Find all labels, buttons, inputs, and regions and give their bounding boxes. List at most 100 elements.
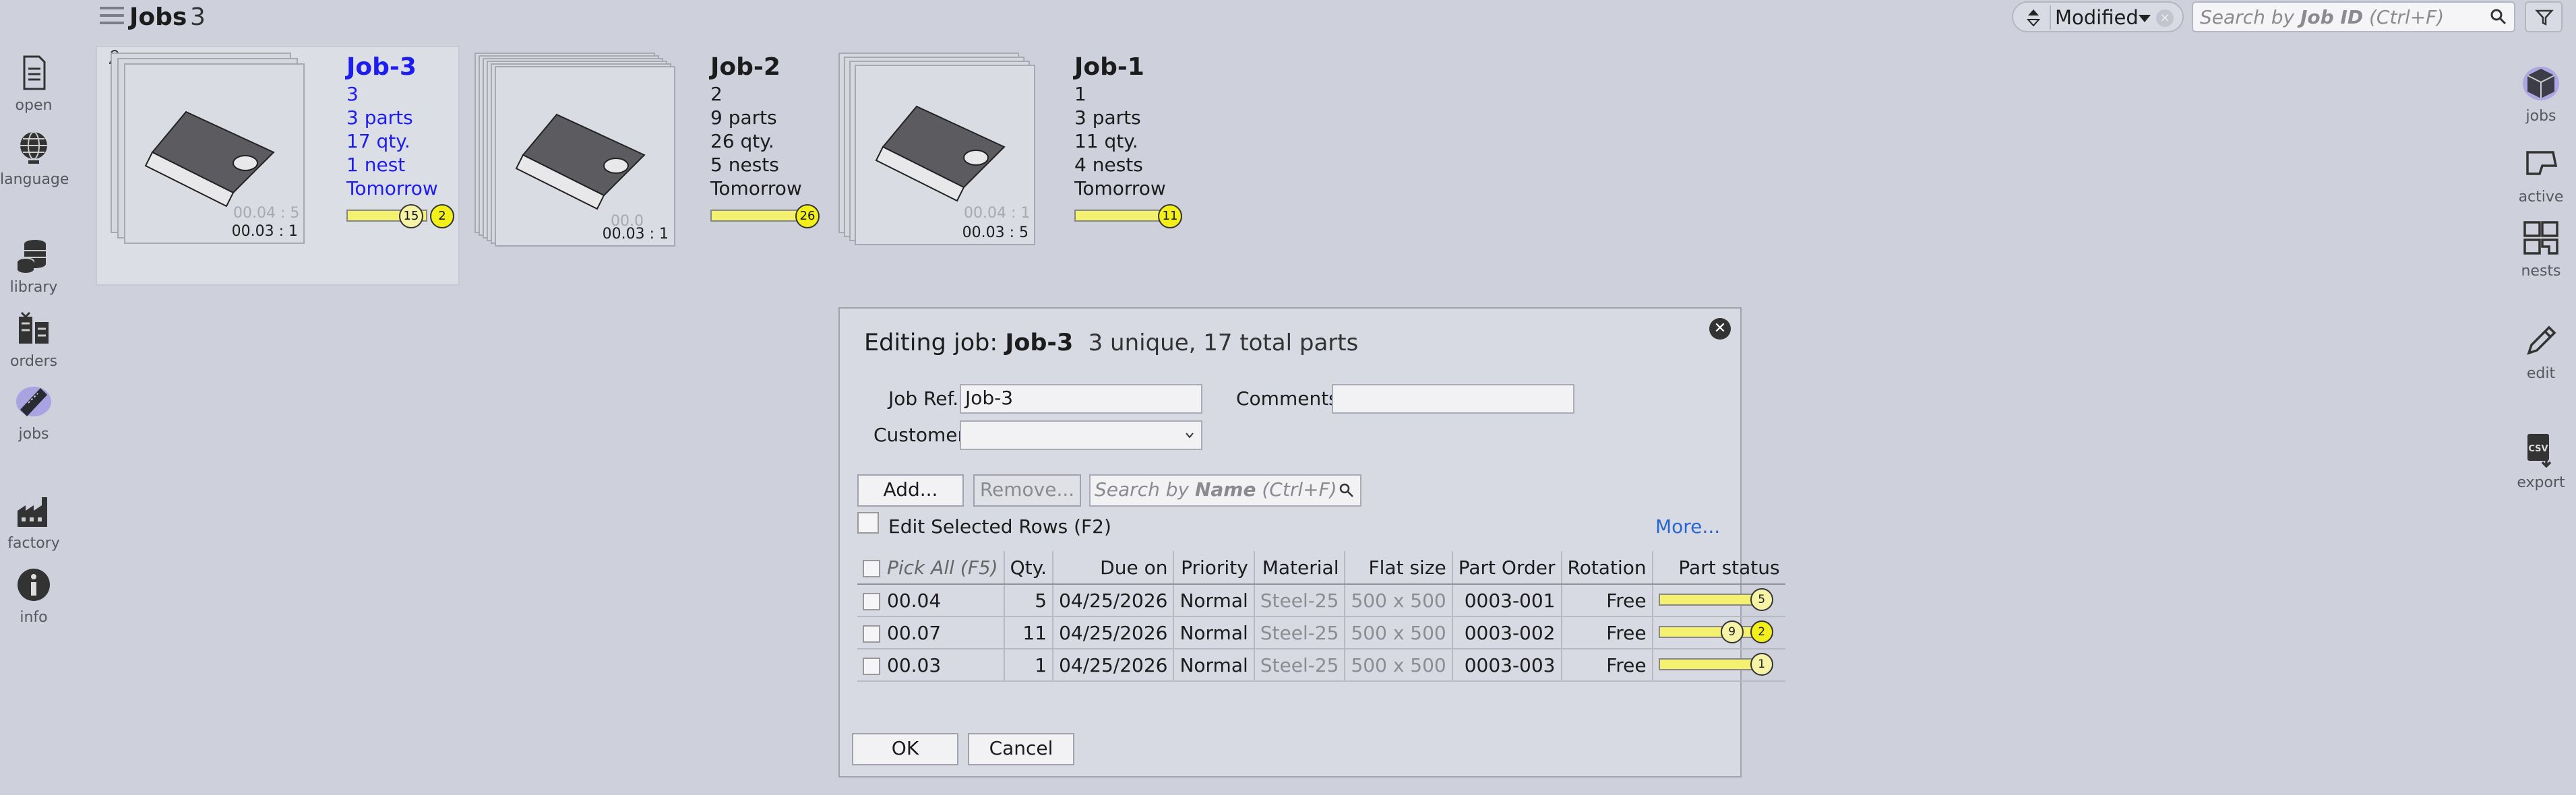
row-checkbox[interactable] — [863, 592, 880, 610]
table-row[interactable]: 00.03 1 04/25/2026 Normal Steel-25 500 x… — [857, 649, 1785, 682]
priority-cell[interactable]: Normal — [1173, 616, 1255, 649]
job-card-2-thumbnail[interactable]: 00.0 00.03 : 1 — [472, 50, 687, 259]
job-card-3-info[interactable]: Job-3 3 3 parts 17 qty. 1 nest Tomorrow — [346, 53, 454, 200]
edit-selected-rows-checkbox[interactable] — [857, 512, 879, 534]
part-thumbnail: 00.04 : 5 00.03 : 1 — [124, 63, 305, 244]
job-qty: 26 qty. — [710, 130, 774, 152]
nav-jobs[interactable]: jobs — [0, 383, 67, 443]
row-checkbox[interactable] — [863, 657, 880, 675]
right-nav-active[interactable]: active — [2507, 146, 2575, 205]
job-qty: 11 qty. — [1074, 130, 1138, 152]
right-nav-jobs[interactable]: jobs — [2507, 65, 2575, 125]
cancel-button[interactable]: Cancel — [968, 733, 1074, 765]
qty-cell[interactable]: 11 — [1004, 616, 1054, 649]
close-icon[interactable]: ✕ — [1709, 318, 1731, 340]
part-name-cell[interactable]: 00.04 — [857, 584, 1005, 617]
job-ref: 1 — [1074, 83, 1086, 105]
filter-icon — [2535, 9, 2554, 26]
job-card-1-info[interactable]: Job-1 1 3 parts 11 qty. 4 nests Tomorrow — [1074, 53, 1196, 200]
part-status-cell: 5 — [1652, 584, 1785, 617]
job-name: Job-3 — [346, 53, 417, 81]
flat-size-header[interactable]: Flat size — [1345, 551, 1453, 585]
table-row[interactable]: 00.07 11 04/25/2026 Normal Steel-25 500 … — [857, 616, 1785, 649]
search-icon[interactable] — [1339, 482, 1355, 499]
priority-cell[interactable]: Normal — [1173, 649, 1255, 682]
row-checkbox[interactable] — [863, 625, 880, 643]
customer-label: Customer — [873, 424, 966, 446]
priority-cell[interactable]: Normal — [1173, 584, 1255, 617]
rotation-cell[interactable]: Free — [1561, 584, 1653, 617]
part-order-cell[interactable]: 0003-002 — [1452, 616, 1562, 649]
pick-all-checkbox[interactable] — [863, 559, 880, 577]
rotation-header[interactable]: Rotation — [1561, 551, 1653, 585]
part-order-header[interactable]: Part Order — [1452, 551, 1562, 585]
search-icon[interactable] — [2490, 8, 2507, 26]
part-name-cell[interactable]: 00.03 — [857, 649, 1005, 682]
comments-field[interactable] — [1332, 384, 1574, 414]
nav-label: active — [2518, 189, 2564, 205]
customer-select[interactable] — [960, 420, 1202, 450]
right-nav-nests[interactable]: nests — [2507, 220, 2575, 280]
due-cell[interactable]: 04/25/2026 — [1053, 584, 1175, 617]
part-drawing — [515, 113, 646, 210]
menu-icon[interactable] — [100, 7, 124, 27]
part-status-header[interactable]: Part status — [1652, 551, 1785, 585]
filter-button[interactable] — [2525, 1, 2563, 32]
part-order-cell[interactable]: 0003-001 — [1452, 584, 1562, 617]
part-search-input[interactable]: Search by Name (Ctrl+F) — [1089, 474, 1361, 507]
part-name-cell[interactable]: 00.07 — [857, 616, 1005, 649]
right-nav-export[interactable]: CSV export — [2507, 431, 2575, 491]
job-ref-label: Job Ref. — [888, 387, 959, 410]
job-ref: 3 — [346, 83, 359, 105]
remove-part-button[interactable]: Remove... — [973, 474, 1081, 507]
flat-size-cell: 500 x 500 — [1345, 584, 1453, 617]
dialog-subtitle: 3 unique, 17 total parts — [1088, 329, 1359, 356]
part-status-cell: 9 2 — [1652, 616, 1785, 649]
sort-order-icon[interactable] — [2027, 8, 2040, 27]
nav-orders[interactable]: orders — [0, 310, 67, 370]
status-badge: 9 — [1720, 621, 1744, 643]
qty-header[interactable]: Qty. — [1004, 551, 1054, 585]
clear-sort-icon[interactable]: × — [2156, 9, 2174, 27]
status-badge: 1 — [1750, 653, 1773, 676]
coins-stack-icon — [17, 240, 46, 273]
priority-header[interactable]: Priority — [1173, 551, 1255, 585]
ok-button[interactable]: OK — [852, 733, 958, 765]
job-search-input[interactable]: Search by Job ID (Ctrl+F) — [2192, 1, 2515, 32]
job-card-3-thumbnail[interactable]: 00.04 : 5 00.03 : 1 — [105, 50, 307, 252]
nav-factory[interactable]: factory — [0, 492, 67, 552]
sort-selector[interactable]: Modified × — [2012, 1, 2184, 32]
chevron-down-icon[interactable] — [1185, 431, 1194, 439]
nav-open[interactable]: open — [0, 54, 67, 114]
qty-cell[interactable]: 1 — [1004, 649, 1054, 682]
due-cell[interactable]: 04/25/2026 — [1053, 616, 1175, 649]
rotation-cell[interactable]: Free — [1561, 649, 1653, 682]
material-cell: Steel-25 — [1254, 584, 1346, 617]
flat-size-cell: 500 x 500 — [1345, 649, 1453, 682]
due-cell[interactable]: 04/25/2026 — [1053, 649, 1175, 682]
rotation-cell[interactable]: Free — [1561, 616, 1653, 649]
document-icon — [23, 55, 46, 90]
part-order-cell[interactable]: 0003-003 — [1452, 649, 1562, 682]
status-bar — [1658, 594, 1753, 606]
qty-cell[interactable]: 5 — [1004, 584, 1054, 617]
nav-info[interactable]: info — [0, 566, 67, 626]
nav-language[interactable]: language — [0, 128, 69, 188]
chevron-down-icon[interactable] — [2139, 15, 2151, 22]
pick-all-header[interactable]: Pick All (F5) — [857, 551, 1005, 585]
more-link[interactable]: More... — [1655, 515, 1720, 539]
part-status-indicator: 1 — [1658, 651, 1780, 678]
nav-label: export — [2517, 474, 2565, 491]
table-row[interactable]: 00.04 5 04/25/2026 Normal Steel-25 500 x… — [857, 584, 1785, 617]
job-card-2-info[interactable]: Job-2 2 9 parts 26 qty. 5 nests Tomorrow — [710, 53, 832, 200]
add-part-button[interactable]: Add... — [857, 474, 964, 507]
material-cell: Steel-25 — [1254, 616, 1346, 649]
job-ref-field[interactable]: Job-3 — [960, 384, 1202, 414]
nav-label: edit — [2526, 365, 2556, 382]
job-due: Tomorrow — [710, 177, 802, 199]
due-on-header[interactable]: Due on — [1053, 551, 1175, 585]
right-nav-edit[interactable]: edit — [2507, 322, 2575, 382]
job-card-1-thumbnail[interactable]: 00.04 : 1 00.03 : 5 — [836, 50, 1038, 252]
nav-library[interactable]: library — [0, 236, 67, 296]
material-header[interactable]: Material — [1254, 551, 1346, 585]
